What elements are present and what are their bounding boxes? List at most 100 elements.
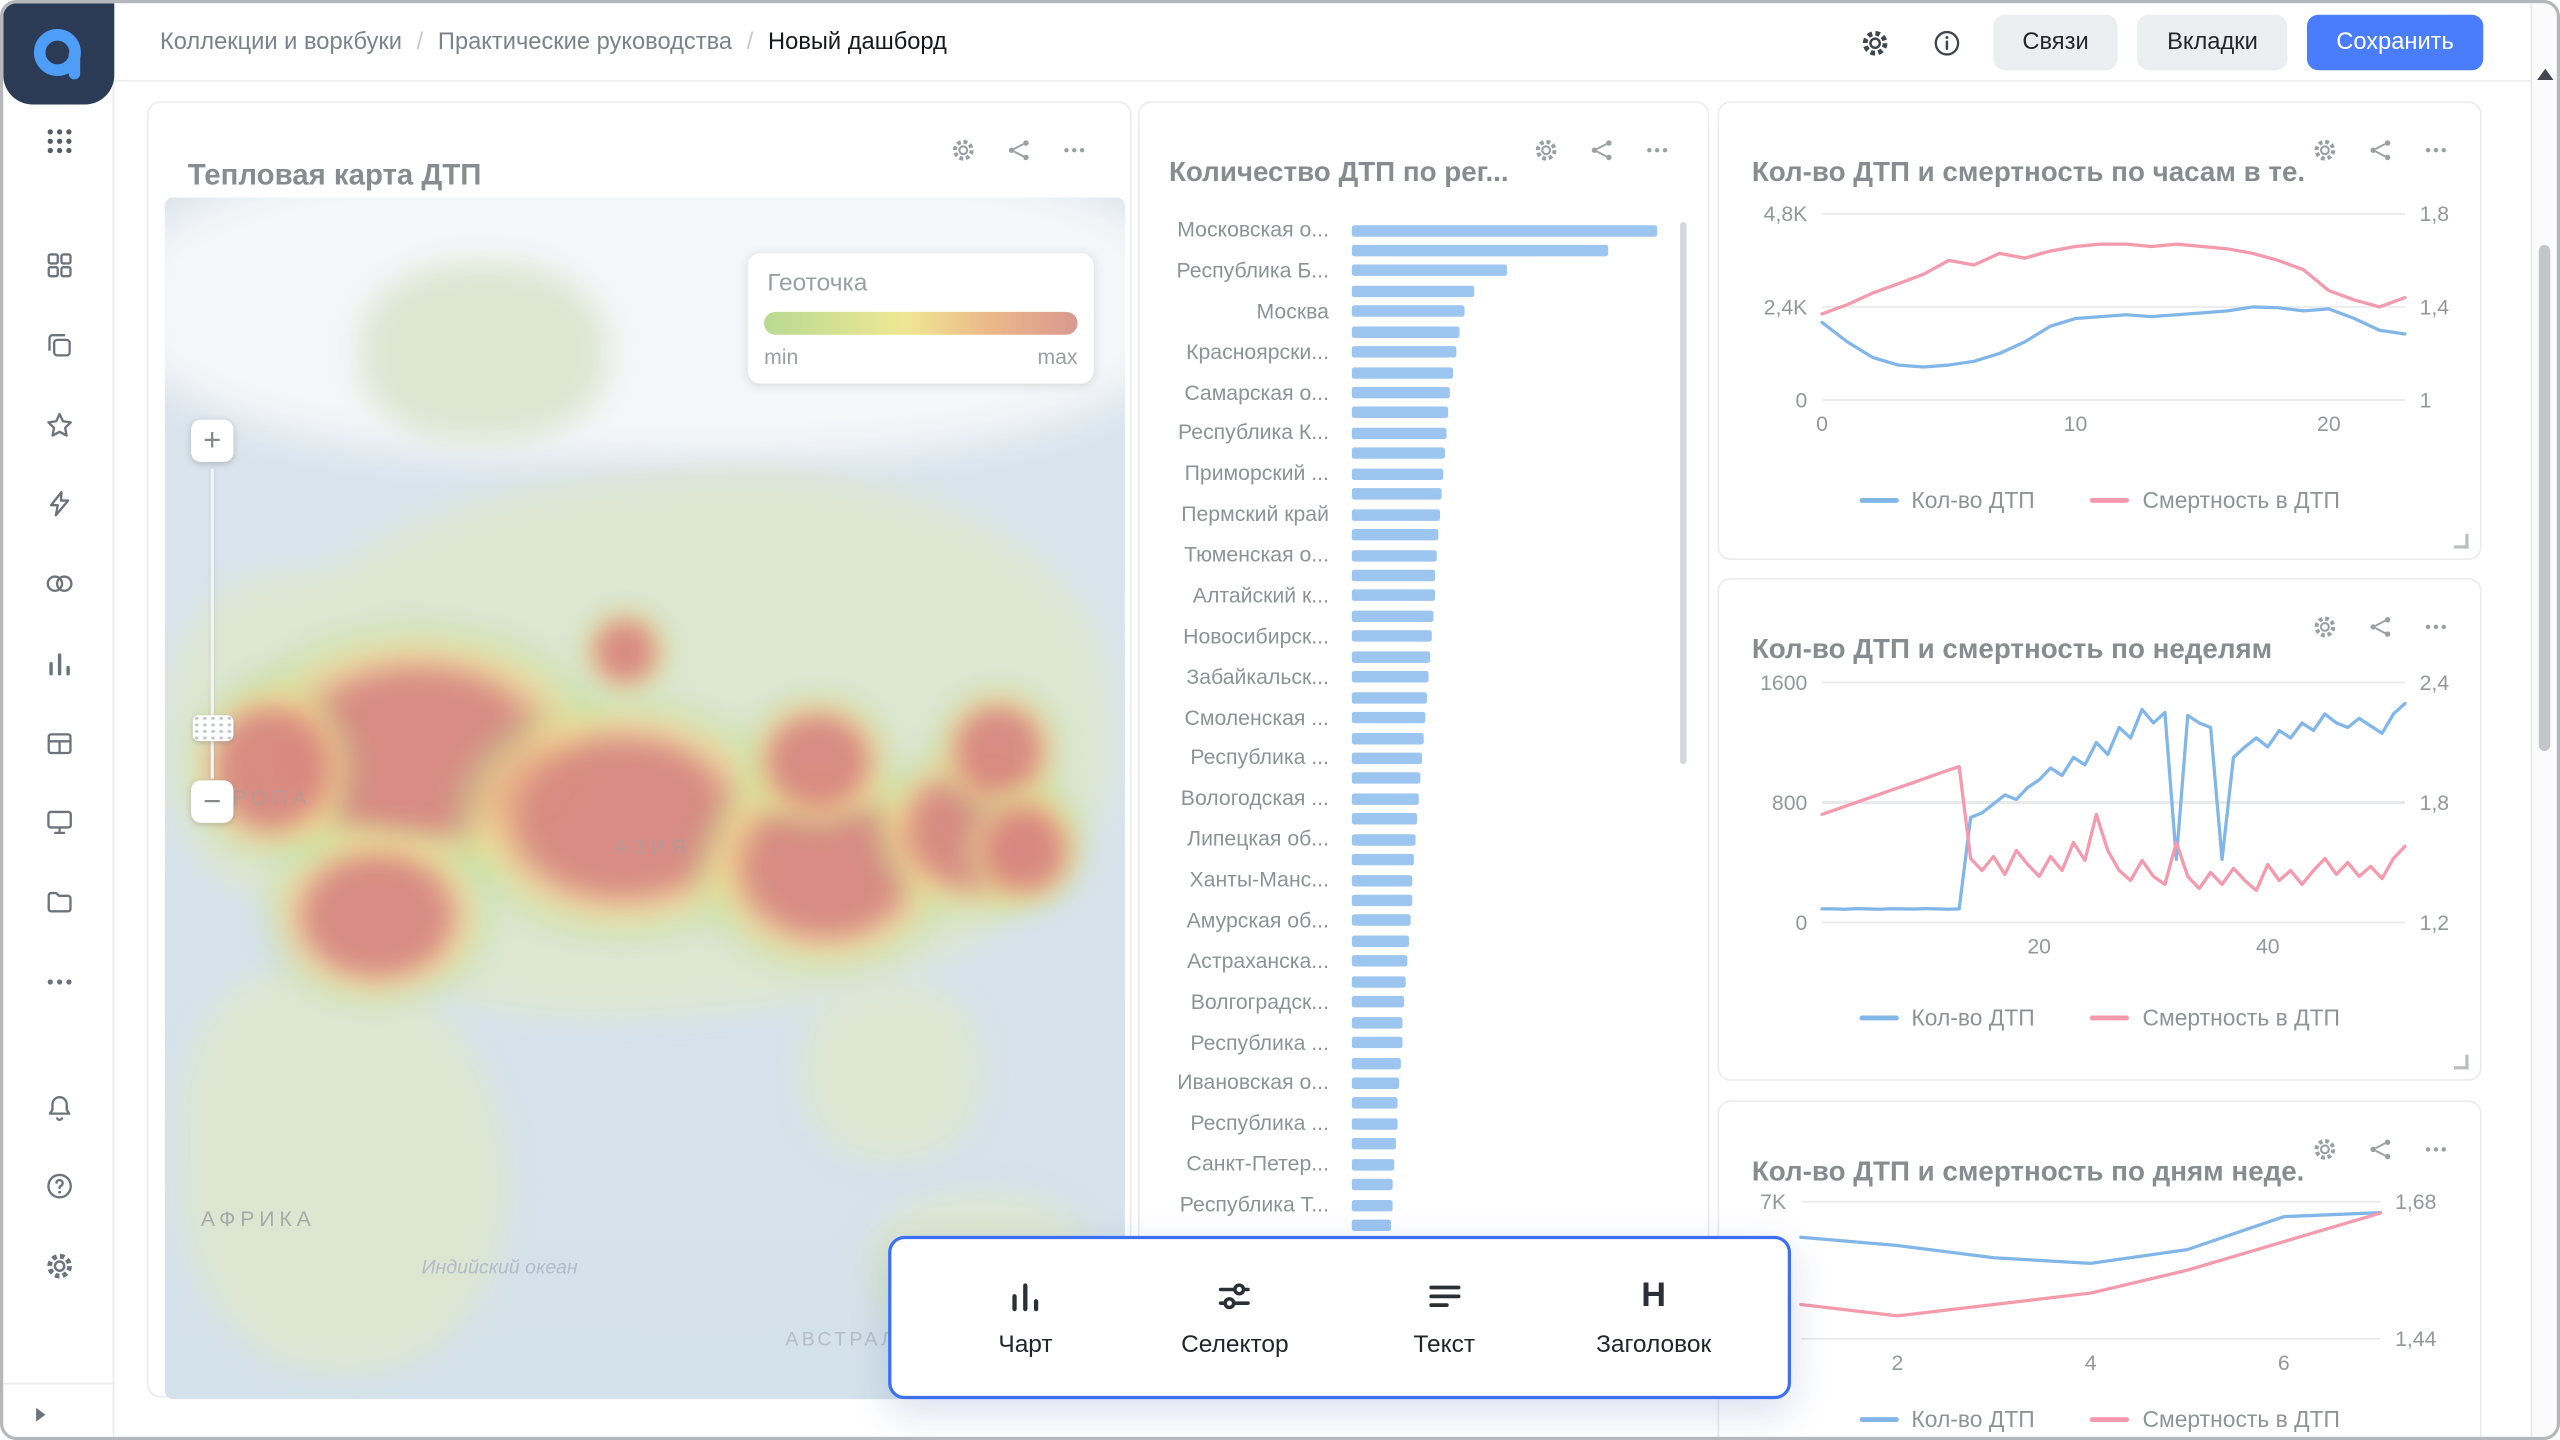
legend-item[interactable]: Кол-во ДТП — [1859, 487, 2035, 513]
more-icon — [1061, 137, 1087, 163]
region-bar — [1352, 1057, 1401, 1068]
region-bar — [1352, 245, 1608, 256]
sidebar-item-connections[interactable] — [29, 473, 88, 532]
sidebar-item-editor[interactable] — [29, 792, 88, 851]
legend-item[interactable]: Кол-во ДТП — [1859, 1406, 2035, 1432]
region-bar — [1352, 915, 1410, 926]
widget-more-button[interactable] — [2413, 604, 2459, 650]
y-axis-tick-right: 1,4 — [2420, 296, 2450, 319]
add-selector-button[interactable]: Селектор — [1139, 1277, 1332, 1359]
map-zoom-out-button[interactable]: − — [191, 780, 233, 822]
widget-days-chart: Кол-во ДТП и смертность по дням неде... … — [1718, 1100, 2482, 1440]
series-line — [1822, 704, 2405, 910]
widget-resize-handle[interactable] — [2454, 1055, 2469, 1070]
scrollbar-thumb[interactable] — [2539, 245, 2550, 751]
y-axis-tick-left: 800 — [1772, 792, 1807, 815]
sidebar-item-datasets[interactable] — [29, 553, 88, 612]
map-zoom-slider-handle[interactable] — [193, 715, 234, 741]
y-axis-tick-left: 7K — [1760, 1191, 1786, 1214]
widget-actions — [940, 127, 1097, 173]
datalens-logo[interactable] — [3, 3, 114, 104]
relations-icon — [2367, 137, 2393, 163]
relations-icon — [1006, 137, 1032, 163]
sidebar-item-storage[interactable] — [29, 872, 88, 931]
legend-swatch — [2090, 1416, 2129, 1421]
region-bar — [1352, 1078, 1400, 1089]
region-category-label: Вологодская ... — [1140, 786, 1329, 812]
hours-chart-plot: 02,4K4,8K11,41,801020 — [1719, 184, 2483, 462]
chart-scrollbar[interactable] — [1680, 222, 1687, 764]
region-bar — [1352, 935, 1408, 946]
region-bar — [1352, 753, 1422, 764]
heatmap-map[interactable]: ЕВРОПА АЗИЯ АФРИКА Индийский океан АВСТР… — [165, 198, 1125, 1400]
widget-settings-button[interactable] — [940, 127, 986, 173]
region-category-label: Республика Т... — [1140, 1192, 1329, 1218]
add-text-button[interactable]: Текст — [1348, 1277, 1541, 1359]
sidebar-item-charts[interactable] — [29, 633, 88, 692]
scrollbar-up-arrow[interactable] — [2537, 69, 2553, 80]
legend-item[interactable]: Смертность в ДТП — [2090, 1406, 2340, 1432]
region-bar — [1352, 448, 1445, 459]
legend-label: Смертность в ДТП — [2143, 487, 2340, 513]
region-bar — [1352, 793, 1419, 804]
collections-icon — [43, 329, 74, 360]
links-button[interactable]: Связи — [1993, 15, 2118, 71]
breadcrumb-item[interactable]: Коллекции и воркбуки — [160, 29, 402, 55]
sidebar-item-settings[interactable] — [29, 1236, 88, 1295]
storage-icon — [43, 886, 74, 917]
widget-more-button[interactable] — [2413, 127, 2459, 173]
info-icon — [1932, 27, 1963, 58]
save-button[interactable]: Сохранить — [2307, 15, 2483, 71]
region-category-label: Забайкальск... — [1140, 664, 1329, 690]
region-bar — [1352, 224, 1657, 235]
sidebar-item-more[interactable] — [29, 952, 88, 1011]
legend-item[interactable]: Смертность в ДТП — [2090, 487, 2340, 513]
y-axis-tick-left: 2,4K — [1764, 296, 1808, 319]
x-axis-tick: 40 — [2256, 935, 2280, 958]
series-line — [1822, 307, 2405, 367]
region-bar — [1352, 529, 1439, 540]
widget-more-button[interactable] — [1051, 127, 1097, 173]
add-heading-button[interactable]: H Заголовок — [1557, 1277, 1750, 1359]
add-chart-button[interactable]: Чарт — [929, 1277, 1122, 1359]
widget-relations-button[interactable] — [996, 127, 1042, 173]
dashboard-info-button[interactable] — [1921, 16, 1973, 68]
map-zoom-in-button[interactable]: + — [191, 420, 233, 462]
region-bar — [1352, 834, 1416, 845]
region-bar — [1352, 549, 1438, 560]
sidebar-item-help[interactable] — [29, 1156, 88, 1215]
apps-grid-icon[interactable] — [29, 111, 88, 170]
widget-more-button[interactable] — [2413, 1127, 2459, 1173]
region-bar — [1352, 590, 1434, 601]
heatmap-legend-max: max — [1037, 344, 1077, 368]
widget-settings-button[interactable] — [2302, 604, 2348, 650]
region-category-label: Смоленская ... — [1140, 705, 1329, 731]
sidebar-item-favorites[interactable] — [29, 395, 88, 454]
widget-relations-button[interactable] — [2358, 604, 2404, 650]
region-bar — [1352, 712, 1425, 723]
sidebar-item-tables[interactable] — [29, 713, 88, 772]
sidebar-item-notifications[interactable] — [29, 1078, 88, 1137]
breadcrumb-item[interactable]: Практические руководства — [438, 29, 732, 55]
legend-swatch — [2090, 1015, 2129, 1020]
y-axis-tick-right: 1,44 — [2395, 1328, 2436, 1351]
tabs-button[interactable]: Вкладки — [2138, 15, 2288, 71]
widget-settings-button[interactable] — [2302, 1127, 2348, 1173]
region-category-label: Ханты-Манс... — [1140, 867, 1329, 893]
sidebar-item-workbooks[interactable] — [29, 235, 88, 294]
sidebar-footer — [3, 1383, 114, 1440]
region-category-label: Амурская об... — [1140, 908, 1329, 934]
dashboard-settings-button[interactable] — [1849, 16, 1901, 68]
legend-item[interactable]: Смертность в ДТП — [2090, 1004, 2340, 1030]
widget-settings-button[interactable] — [2302, 127, 2348, 173]
sidebar-item-collections[interactable] — [29, 315, 88, 374]
widget-relations-button[interactable] — [2358, 1127, 2404, 1173]
region-bar — [1352, 671, 1428, 682]
region-category-label: Республика К... — [1140, 420, 1329, 446]
widget-resize-handle[interactable] — [2454, 534, 2469, 549]
y-axis-tick-left: 1600 — [1760, 672, 1807, 695]
widget-relations-button[interactable] — [2358, 127, 2404, 173]
region-bar — [1352, 1179, 1393, 1190]
sidebar-expand-button[interactable] — [16, 1391, 62, 1437]
legend-item[interactable]: Кол-во ДТП — [1859, 1004, 2035, 1030]
